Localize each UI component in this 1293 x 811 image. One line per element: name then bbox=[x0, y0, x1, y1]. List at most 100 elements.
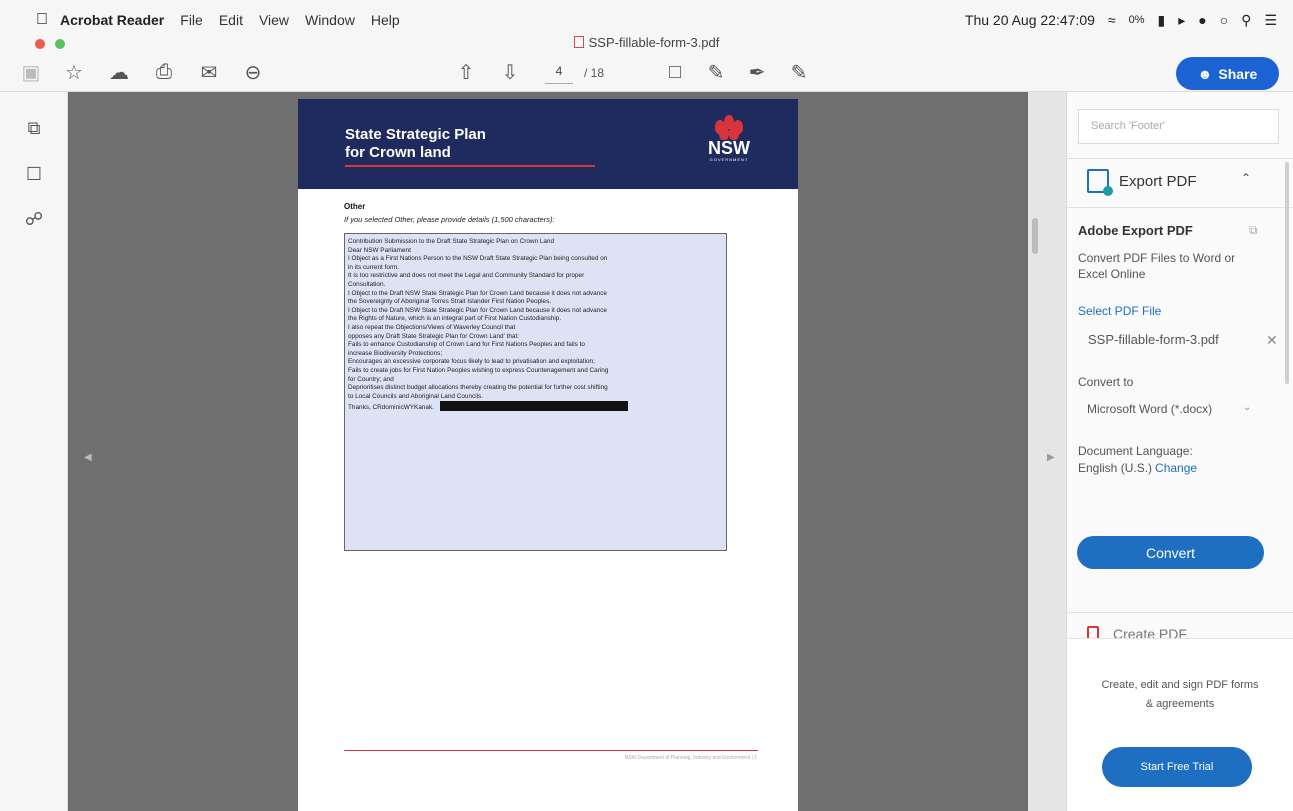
answer-signature-line: Thanks, CRdominicWYKanak. bbox=[348, 401, 723, 413]
tools-search-input[interactable]: Search 'Footer' bbox=[1078, 109, 1279, 144]
pdf-page[interactable]: State Strategic Plan for Crown land NSW … bbox=[298, 99, 798, 811]
answer-textarea[interactable]: Contribution Submission to the Draft Sta… bbox=[344, 233, 727, 551]
creative-cloud-icon[interactable]: ○ bbox=[1220, 12, 1228, 28]
print-icon[interactable]: ⎙ bbox=[151, 59, 177, 85]
create-pdf-tool[interactable]: Create PDF bbox=[1087, 624, 1277, 638]
email-icon[interactable]: ✉ bbox=[196, 59, 222, 85]
selected-file-name: SSP-fillable-form-3.pdf bbox=[1088, 332, 1219, 347]
nsw-logo-subtext: GOVERNMENT bbox=[709, 157, 749, 162]
answer-line: It is too restrictive and does not meet … bbox=[348, 272, 585, 280]
banner-title-line2: for Crown land bbox=[345, 144, 451, 161]
answer-signature-text: Thanks, CRdominicWYKanak. bbox=[348, 404, 434, 412]
tools-pane: Search 'Footer' Export PDF ⌃ Adobe Expor… bbox=[1067, 92, 1293, 811]
export-pdf-label: Export PDF bbox=[1119, 172, 1197, 190]
nsw-logo: NSW GOVERNMENT bbox=[704, 115, 754, 173]
answer-line: the Sovereignty of Aboriginal Torres Str… bbox=[348, 298, 552, 306]
footer-rule bbox=[344, 750, 758, 751]
menu-help[interactable]: Help bbox=[371, 12, 400, 28]
zoom-out-icon[interactable]: ⊖ bbox=[240, 59, 266, 85]
menu-file[interactable]: File bbox=[180, 12, 203, 28]
battery-percent[interactable]: 0% bbox=[1129, 14, 1145, 26]
export-pdf-icon bbox=[1087, 169, 1113, 196]
menu-window[interactable]: Window bbox=[305, 12, 355, 28]
create-pdf-icon bbox=[1087, 626, 1099, 638]
format-select[interactable]: Microsoft Word (*.docx) ⌄ bbox=[1087, 402, 1277, 416]
answer-line: Deprioritises distinct budget allocation… bbox=[348, 384, 608, 392]
previous-page-icon[interactable]: ⇧ bbox=[453, 59, 479, 85]
app-menu[interactable]: Acrobat Reader bbox=[60, 12, 164, 28]
nsw-logo-text: NSW bbox=[708, 138, 750, 158]
document-language-value: English (U.S.) bbox=[1078, 461, 1153, 475]
apple-icon[interactable]:  bbox=[36, 11, 50, 29]
answer-line: Fails to enhance Custodianship of Crown … bbox=[348, 341, 585, 349]
chevron-up-icon[interactable]: ⌃ bbox=[1241, 171, 1251, 185]
comment-icon[interactable]: □ bbox=[662, 59, 688, 85]
remove-file-icon[interactable]: ✕ bbox=[1266, 332, 1278, 349]
answer-line: Fails to create jobs for First Nation Pe… bbox=[348, 366, 609, 374]
answer-line: for Country; and bbox=[348, 375, 394, 383]
answer-line: Encourages an excessive corporate focus … bbox=[348, 358, 595, 366]
answer-line: Dear NSW Parliament bbox=[348, 246, 411, 254]
create-pdf-label: Create PDF bbox=[1113, 626, 1187, 638]
collapse-left-panel-icon[interactable]: ◀ bbox=[84, 452, 94, 463]
answer-line: increase Biodiversity Protections; bbox=[348, 349, 443, 357]
document-language-label: Document Language: bbox=[1078, 444, 1193, 458]
change-language-link[interactable]: Change bbox=[1155, 461, 1197, 475]
acrobat-window:  Acrobat Reader File Edit View Window H… bbox=[0, 0, 1293, 811]
left-navigation-rail: ⧉ ☐ ☍ bbox=[0, 92, 68, 811]
waratah-icon bbox=[711, 115, 747, 140]
answer-line: opposes any Draft State Strategic Plan f… bbox=[348, 332, 520, 340]
banner-underline bbox=[345, 165, 595, 167]
toolbar: ▣ ☆ ☁ ⎙ ✉ ⊖ ⇧ ⇩ 4 / 18 □ ✎ ✒ ✎ ☻ Share bbox=[0, 54, 1293, 92]
answer-line: to Local Councils and Aboriginal Land Co… bbox=[348, 392, 483, 400]
page-count: / 18 bbox=[584, 66, 605, 80]
fill-sign-icon[interactable]: ✎ bbox=[786, 59, 812, 85]
chevron-down-icon: ⌄ bbox=[1243, 402, 1252, 413]
answer-line: I Object to the Draft NSW State Strategi… bbox=[348, 289, 607, 297]
next-page-icon[interactable]: ⇩ bbox=[497, 59, 523, 85]
user-icon[interactable]: ● bbox=[1198, 12, 1206, 28]
menu-view[interactable]: View bbox=[259, 12, 289, 28]
menu-edit[interactable]: Edit bbox=[219, 12, 243, 28]
format-select-value: Microsoft Word (*.docx) bbox=[1087, 402, 1213, 416]
upload-cloud-icon[interactable]: ☁ bbox=[106, 59, 132, 85]
document-title-text: SSP-fillable-form-3.pdf bbox=[588, 35, 720, 50]
answer-line: in its current form. bbox=[348, 263, 400, 271]
divider bbox=[1067, 158, 1293, 159]
answer-line: Consultation. bbox=[348, 280, 386, 288]
wifi-icon[interactable]: ≈ bbox=[1108, 12, 1116, 28]
promo-panel: Create, edit and sign PDF forms & agreem… bbox=[1067, 638, 1293, 811]
notification-center-icon[interactable]: ☰ bbox=[1264, 12, 1277, 29]
share-button-label: Share bbox=[1218, 65, 1258, 82]
attachments-icon[interactable]: ☍ bbox=[22, 207, 46, 231]
export-description: Convert PDF Files to Word or Excel Onlin… bbox=[1078, 251, 1236, 281]
selected-file: SSP-fillable-form-3.pdf ✕ bbox=[1088, 332, 1278, 352]
redaction-bar bbox=[439, 401, 628, 412]
page-number-input[interactable]: 4 bbox=[545, 64, 573, 84]
start-free-trial-button[interactable]: Start Free Trial bbox=[1102, 747, 1252, 787]
save-icon[interactable]: ▣ bbox=[18, 59, 44, 85]
convert-to-label: Convert to bbox=[1078, 375, 1134, 389]
bookmark-star-icon[interactable]: ☆ bbox=[61, 59, 87, 85]
document-language: English (U.S.) Change bbox=[1078, 461, 1197, 475]
tools-pane-scrollbar[interactable] bbox=[1285, 162, 1289, 384]
clock[interactable]: Thu 20 Aug 22:47:09 bbox=[965, 12, 1095, 28]
spotlight-search-icon[interactable]: ⚲ bbox=[1241, 12, 1251, 29]
bookmarks-icon[interactable]: ☐ bbox=[22, 162, 46, 186]
collapse-right-panel-icon[interactable]: ▶ bbox=[1047, 452, 1055, 463]
volume-icon[interactable]: ▸ bbox=[1178, 12, 1185, 29]
page-thumbnails-icon[interactable]: ⧉ bbox=[22, 116, 46, 140]
highlight-pen-icon[interactable]: ✎ bbox=[703, 59, 729, 85]
add-person-icon: ☻ bbox=[1197, 65, 1213, 82]
promo-text: Create, edit and sign PDF forms & agreem… bbox=[1101, 679, 1259, 710]
copy-icon[interactable]: ⧉ bbox=[1249, 223, 1258, 238]
viewer-scrollbar[interactable]: ▶ bbox=[1028, 92, 1067, 811]
battery-icon[interactable]: ▮ bbox=[1157, 12, 1165, 29]
page-footer: NSW Department of Planning, Industry and… bbox=[624, 755, 757, 761]
select-pdf-file-link[interactable]: Select PDF File bbox=[1078, 304, 1161, 318]
share-button[interactable]: ☻ Share bbox=[1176, 57, 1279, 90]
scrollbar-thumb[interactable] bbox=[1032, 218, 1038, 254]
convert-button[interactable]: Convert bbox=[1077, 536, 1264, 569]
sign-icon[interactable]: ✒ bbox=[744, 59, 770, 85]
divider bbox=[1067, 612, 1293, 613]
